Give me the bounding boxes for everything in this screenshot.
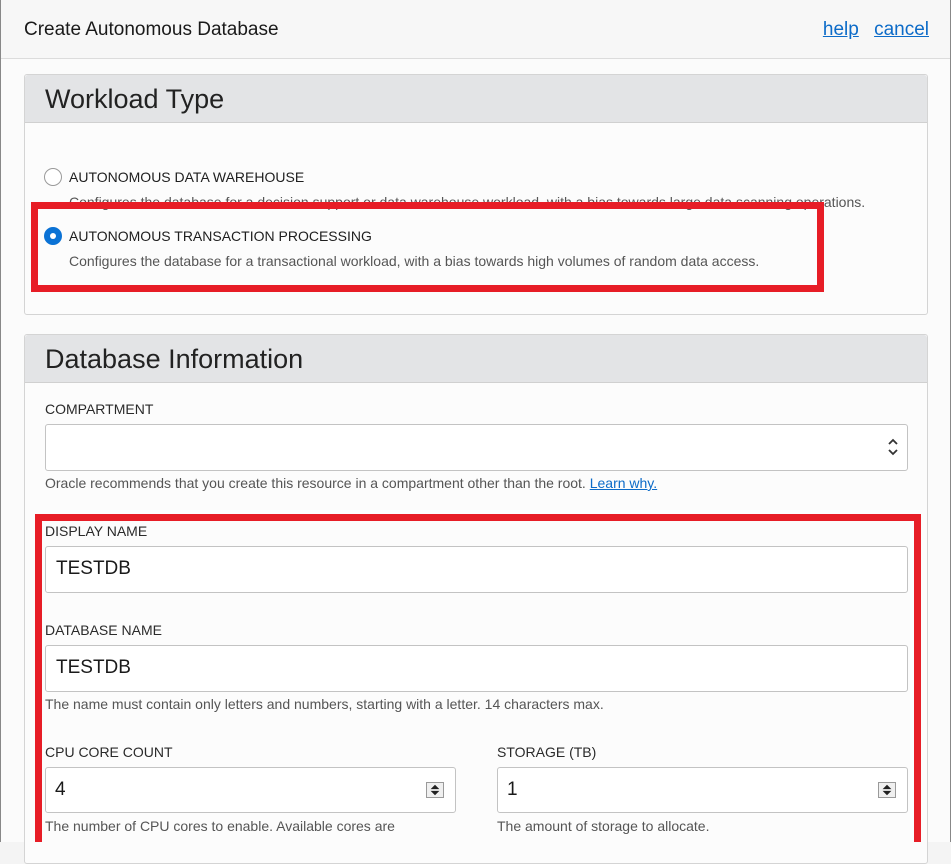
compartment-label: COMPARTMENT <box>45 401 154 417</box>
cancel-link[interactable]: cancel <box>874 19 929 40</box>
storage-help: The amount of storage to allocate. <box>497 818 710 834</box>
cpu-core-count-label: CPU CORE COUNT <box>45 744 173 760</box>
database-name-input[interactable]: TESTDB <box>45 645 908 692</box>
spinner-icon[interactable] <box>426 782 444 798</box>
database-name-help: The name must contain only letters and n… <box>45 696 604 712</box>
dialog-header: Create Autonomous Database help cancel <box>1 0 950 59</box>
help-link[interactable]: help <box>823 19 859 40</box>
panel-title: Workload Type <box>45 84 225 114</box>
header-links: help cancel <box>813 19 929 41</box>
panel-title: Database Information <box>45 344 304 374</box>
compartment-help-text: Oracle recommends that you create this r… <box>45 475 586 491</box>
cpu-core-count-input[interactable]: 4 <box>45 767 456 813</box>
learn-why-link[interactable]: Learn why. <box>590 475 657 491</box>
cpu-core-count-value: 4 <box>55 779 66 800</box>
dialog-body[interactable]: Workload Type AUTONOMOUS DATA WAREHOUSE … <box>1 59 950 864</box>
storage-label: STORAGE (TB) <box>497 744 597 760</box>
panel-header: Workload Type <box>25 75 927 123</box>
radio-description: Configures the database for a transactio… <box>69 253 760 269</box>
radio-label[interactable]: AUTONOMOUS TRANSACTION PROCESSING <box>69 228 372 244</box>
spinner-icon[interactable] <box>878 782 896 798</box>
radio-button-selected[interactable] <box>44 227 62 245</box>
workload-type-panel: Workload Type AUTONOMOUS DATA WAREHOUSE … <box>24 74 928 315</box>
dialog-title: Create Autonomous Database <box>24 19 279 40</box>
chevron-up-down-icon <box>888 438 898 456</box>
cpu-core-count-help: The number of CPU cores to enable. Avail… <box>45 818 395 834</box>
create-database-dialog: Create Autonomous Database help cancel W… <box>0 0 951 864</box>
storage-value: 1 <box>507 779 518 800</box>
radio-description: Configures the database for a decision s… <box>69 194 866 210</box>
radio-button[interactable] <box>44 168 62 186</box>
display-name-input[interactable]: TESTDB <box>45 546 908 593</box>
database-name-label: DATABASE NAME <box>45 622 162 638</box>
database-information-panel: Database Information COMPARTMENT Oracle … <box>24 334 928 864</box>
display-name-label: DISPLAY NAME <box>45 523 148 539</box>
compartment-help: Oracle recommends that you create this r… <box>45 475 657 491</box>
panel-header: Database Information <box>25 335 927 383</box>
radio-label[interactable]: AUTONOMOUS DATA WAREHOUSE <box>69 169 304 185</box>
storage-input[interactable]: 1 <box>497 767 908 813</box>
compartment-select[interactable] <box>45 424 908 471</box>
